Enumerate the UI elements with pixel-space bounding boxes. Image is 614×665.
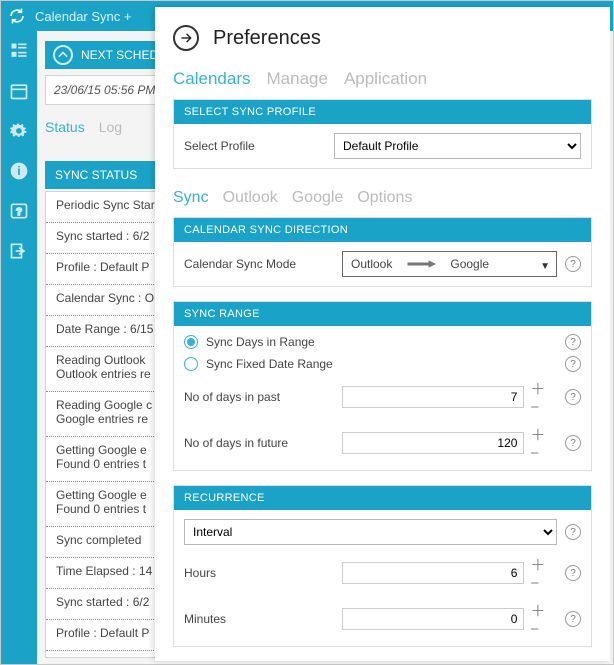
recurrence-interval-dropdown[interactable]: Interval xyxy=(184,519,557,545)
section-sync-direction: CALENDAR SYNC DIRECTION Calendar Sync Mo… xyxy=(173,217,592,287)
days-future-label: No of days in future xyxy=(184,436,334,450)
radio-fixed-date-range[interactable] xyxy=(184,357,198,371)
subtab-sync[interactable]: Sync xyxy=(173,189,209,207)
help-icon[interactable]: ? xyxy=(565,389,581,405)
subtab-options[interactable]: Options xyxy=(357,189,412,207)
days-future-input[interactable] xyxy=(342,432,524,454)
tab-application[interactable]: Application xyxy=(344,69,427,89)
sidebar: i ? xyxy=(1,31,37,664)
help-icon[interactable]: ? xyxy=(565,334,581,350)
calendar-icon[interactable] xyxy=(7,79,31,103)
section-recurrence: RECURRENCE Interval ? Hours ＋− xyxy=(173,485,592,647)
sync-mode-label: Calendar Sync Mode xyxy=(184,257,334,271)
help-icon[interactable]: ? xyxy=(7,199,31,223)
sync-app-icon xyxy=(7,6,27,26)
help-icon[interactable]: ? xyxy=(565,565,581,581)
help-icon[interactable]: ? xyxy=(565,256,581,272)
days-past-label: No of days in past xyxy=(184,390,334,404)
section-head-recurrence: RECURRENCE xyxy=(174,486,591,510)
section-head-profile: SELECT SYNC PROFILE xyxy=(174,100,591,124)
preferences-title: Preferences xyxy=(213,27,321,50)
spinner-control[interactable]: ＋− xyxy=(530,424,557,462)
back-arrow-icon[interactable] xyxy=(173,25,199,51)
exit-icon[interactable] xyxy=(7,239,31,263)
tab-log[interactable]: Log xyxy=(99,119,122,143)
hours-label: Hours xyxy=(184,566,334,580)
section-head-direction: CALENDAR SYNC DIRECTION xyxy=(174,218,591,242)
caret-down-icon: ▼ xyxy=(540,261,550,272)
tab-manage[interactable]: Manage xyxy=(267,69,328,89)
info-icon[interactable]: i xyxy=(7,159,31,183)
preferences-main-tabs: Calendars Manage Application xyxy=(173,69,592,89)
spinner-control[interactable]: ＋− xyxy=(530,600,557,638)
help-icon[interactable]: ? xyxy=(565,435,581,451)
section-select-profile: SELECT SYNC PROFILE Select Profile Defau… xyxy=(173,99,592,169)
days-past-input[interactable] xyxy=(342,386,524,408)
radio-days-in-range-label: Sync Days in Range xyxy=(206,335,557,349)
minutes-label: Minutes xyxy=(184,612,334,626)
help-icon[interactable]: ? xyxy=(565,611,581,627)
subtab-outlook[interactable]: Outlook xyxy=(223,189,278,207)
tab-calendars[interactable]: Calendars xyxy=(173,69,251,89)
settings-icon[interactable] xyxy=(7,119,31,143)
svg-text:i: i xyxy=(17,165,20,178)
tab-status[interactable]: Status xyxy=(45,119,85,143)
subtab-google[interactable]: Google xyxy=(292,189,344,207)
select-profile-label: Select Profile xyxy=(184,139,334,153)
help-icon[interactable]: ? xyxy=(565,356,581,372)
radio-fixed-date-range-label: Sync Fixed Date Range xyxy=(206,357,557,371)
minutes-input[interactable] xyxy=(342,608,524,630)
collapse-up-icon[interactable] xyxy=(53,45,73,65)
select-profile-dropdown[interactable]: Default Profile xyxy=(334,133,581,159)
calendar-sub-tabs: Sync Outlook Google Options xyxy=(173,189,592,207)
help-icon[interactable]: ? xyxy=(565,524,581,540)
spinner-control[interactable]: ＋− xyxy=(530,378,557,416)
preferences-panel: Preferences Calendars Manage Application… xyxy=(155,7,610,661)
svg-text:?: ? xyxy=(16,207,22,218)
section-sync-range: SYNC RANGE Sync Days in Range ? Sync Fix… xyxy=(173,301,592,471)
section-head-range: SYNC RANGE xyxy=(174,302,591,326)
spinner-control[interactable]: ＋− xyxy=(530,554,557,592)
app-window: Calendar Sync + — ✕ i ? NEXT SCHEDUL xyxy=(0,0,614,665)
direction-arrow-icon xyxy=(406,258,436,270)
home-icon[interactable] xyxy=(7,39,31,63)
hours-input[interactable] xyxy=(342,562,524,584)
radio-days-in-range[interactable] xyxy=(184,335,198,349)
sync-mode-dropdown[interactable]: Outlook Google ▼ xyxy=(342,251,557,277)
